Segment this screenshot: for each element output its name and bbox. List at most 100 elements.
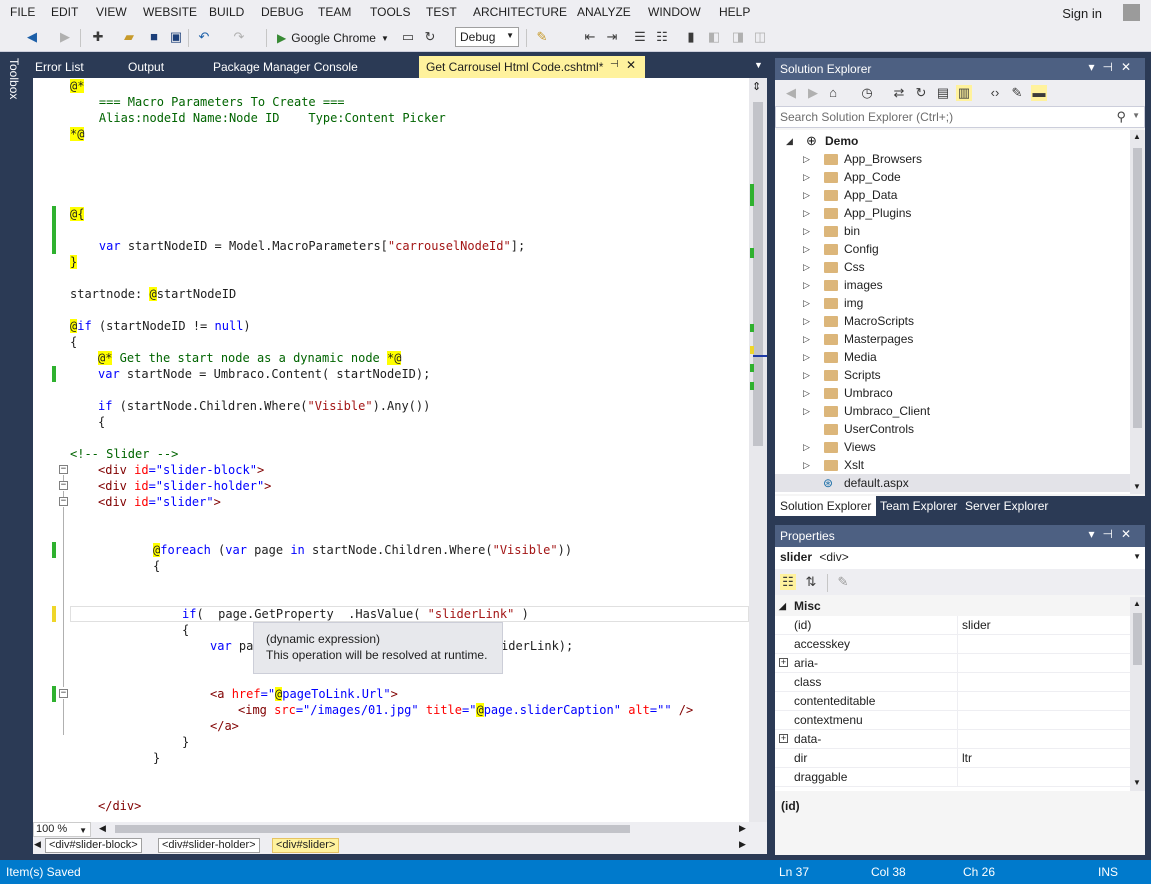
property-pages-icon[interactable]: ✎ [835,574,851,590]
property-row[interactable]: accesskey [775,635,1130,654]
scroll-up-icon[interactable]: ▲ [1133,132,1141,141]
scroll-right-icon[interactable]: ▶ [739,839,746,850]
collapse-all-icon[interactable]: ▤ [935,85,951,101]
undo-icon[interactable]: ↶ [196,29,212,45]
properties-scrollbar[interactable]: ▲ ▼ [1130,597,1145,791]
expand-icon[interactable]: + [779,734,788,743]
tree-item[interactable]: ▷ Umbraco [775,384,1130,402]
config-dropdown[interactable]: Debug ▼ [455,27,519,47]
tree-item[interactable]: ▷ Xslt [775,456,1130,474]
back-icon[interactable]: ◀ [783,85,799,101]
property-row[interactable]: contextmenu [775,711,1130,730]
format-icon[interactable]: ⇤ [582,29,598,45]
tree-item[interactable]: ▷ MacroScripts [775,312,1130,330]
scroll-up-icon[interactable]: ▲ [1133,599,1141,608]
sign-in-link[interactable]: Sign in [1062,6,1102,21]
collapse-toggle[interactable]: − [59,497,68,506]
window-position-icon[interactable]: ▾ [1088,527,1102,541]
bookmark-icon[interactable]: ▮ [683,29,699,45]
home-icon[interactable]: ⌂ [825,85,841,101]
solution-explorer-scrollbar[interactable]: ▲ ▼ [1130,130,1145,494]
pending-changes-icon[interactable]: ◷ [859,85,875,101]
open-file-icon[interactable]: ▰ [121,29,137,45]
menu-website[interactable]: WEBSITE [143,5,197,19]
expanded-icon[interactable]: ◢ [786,132,793,150]
tab-overflow-icon[interactable]: ▼ [754,60,763,70]
new-project-icon[interactable]: ✚ [90,29,106,45]
expand-arrow-icon[interactable]: ▷ [803,204,810,222]
expand-arrow-icon[interactable]: ▷ [803,348,810,366]
property-row[interactable]: contenteditable [775,692,1130,711]
scroll-right-icon[interactable]: ▶ [739,823,746,834]
save-icon[interactable]: ■ [146,29,162,45]
tab-active-file[interactable]: Get Carrousel Html Code.cshtml* ⊣ ✕ [419,56,645,78]
save-all-icon[interactable]: ▣ [168,29,184,45]
tree-item[interactable]: ▷ App_Data [775,186,1130,204]
collapse-toggle[interactable]: − [59,689,68,698]
expand-arrow-icon[interactable]: ▷ [803,240,810,258]
property-row[interactable]: + data- [775,730,1130,749]
collapse-icon[interactable]: ◢ [779,597,786,616]
next-bookmark-icon[interactable]: ◨ [730,29,746,45]
expand-arrow-icon[interactable]: ▷ [803,168,810,186]
close-icon[interactable]: ✕ [1121,527,1139,541]
tree-item[interactable]: ▷ Config [775,240,1130,258]
preview-icon[interactable]: ▬ [1031,85,1047,101]
tree-item[interactable]: ▷ Css [775,258,1130,276]
menu-file[interactable]: FILE [10,5,35,19]
breadcrumb-slider[interactable]: <div#slider> [272,838,340,853]
expand-arrow-icon[interactable]: ▷ [803,384,810,402]
code-editor[interactable]: − − − − @* === Macro Parameters To Creat… [33,78,767,822]
property-row[interactable]: class [775,673,1130,692]
tab-team-explorer[interactable]: Team Explorer [875,496,962,516]
scroll-left-icon[interactable]: ◀ [99,823,106,834]
user-icon[interactable] [1123,4,1140,21]
collapse-toggle[interactable]: − [59,465,68,474]
scroll-thumb[interactable] [1133,613,1142,665]
tree-item[interactable]: ▷ Masterpages [775,330,1130,348]
menu-view[interactable]: VIEW [96,5,127,19]
zoom-dropdown[interactable]: 100 % ▼ [33,822,91,837]
tab-solution-explorer[interactable]: Solution Explorer [775,496,877,516]
close-icon[interactable]: ✕ [626,58,636,72]
code-area[interactable]: − − − − @* === Macro Parameters To Creat… [33,78,749,822]
breadcrumb-slider-block[interactable]: <div#slider-block> [45,838,142,853]
tree-item[interactable]: ▷ App_Code [775,168,1130,186]
redo-icon[interactable]: ↷ [231,29,247,45]
expand-arrow-icon[interactable]: ▷ [803,312,810,330]
menu-team[interactable]: TEAM [318,5,351,19]
uncomment-icon[interactable]: ☷ [654,29,670,45]
expand-arrow-icon[interactable]: ▷ [803,222,810,240]
close-icon[interactable]: ✕ [1121,60,1139,74]
tree-item[interactable]: ▷ img [775,294,1130,312]
properties-object-selector[interactable]: slider <div> ▼ [775,547,1145,569]
tab-server-explorer[interactable]: Server Explorer [960,496,1053,516]
pin-icon[interactable]: ⊣ [610,59,619,70]
property-row[interactable]: + aria- [775,654,1130,673]
tree-item[interactable]: ▷ bin [775,222,1130,240]
alphabetical-icon[interactable]: ⇅ [803,574,819,590]
split-icon[interactable]: ⇕ [752,80,761,93]
tree-item[interactable]: ▷ Views [775,438,1130,456]
sync-icon[interactable]: ⇄ [891,85,907,101]
pin-icon[interactable]: ⊣ [1102,527,1120,541]
editor-vertical-scrollbar[interactable]: ⇕ [749,78,767,822]
categorized-icon[interactable]: ☷ [780,574,796,590]
expand-icon[interactable]: + [779,658,788,667]
clear-bookmarks-icon[interactable]: ◫ [752,29,768,45]
scroll-down-icon[interactable]: ▼ [1133,778,1141,787]
expand-arrow-icon[interactable]: ▷ [803,402,810,420]
scroll-left-icon[interactable]: ◀ [34,839,41,850]
property-row[interactable]: dir ltr [775,749,1130,768]
chevron-down-icon[interactable]: ▼ [1132,111,1140,120]
menu-analyze[interactable]: ANALYZE [577,5,631,19]
tree-root[interactable]: ◢ ⊕ Demo [775,132,1130,150]
tree-item[interactable]: ▷ Scripts [775,366,1130,384]
tree-item-file[interactable]: ⊛ default.aspx [775,474,1130,492]
menu-debug[interactable]: DEBUG [261,5,304,19]
scroll-down-icon[interactable]: ▼ [1133,482,1141,491]
back-icon[interactable]: ◀ [24,29,40,45]
menu-build[interactable]: BUILD [209,5,244,19]
breadcrumb-slider-holder[interactable]: <div#slider-holder> [158,838,260,853]
menu-help[interactable]: HELP [719,5,750,19]
